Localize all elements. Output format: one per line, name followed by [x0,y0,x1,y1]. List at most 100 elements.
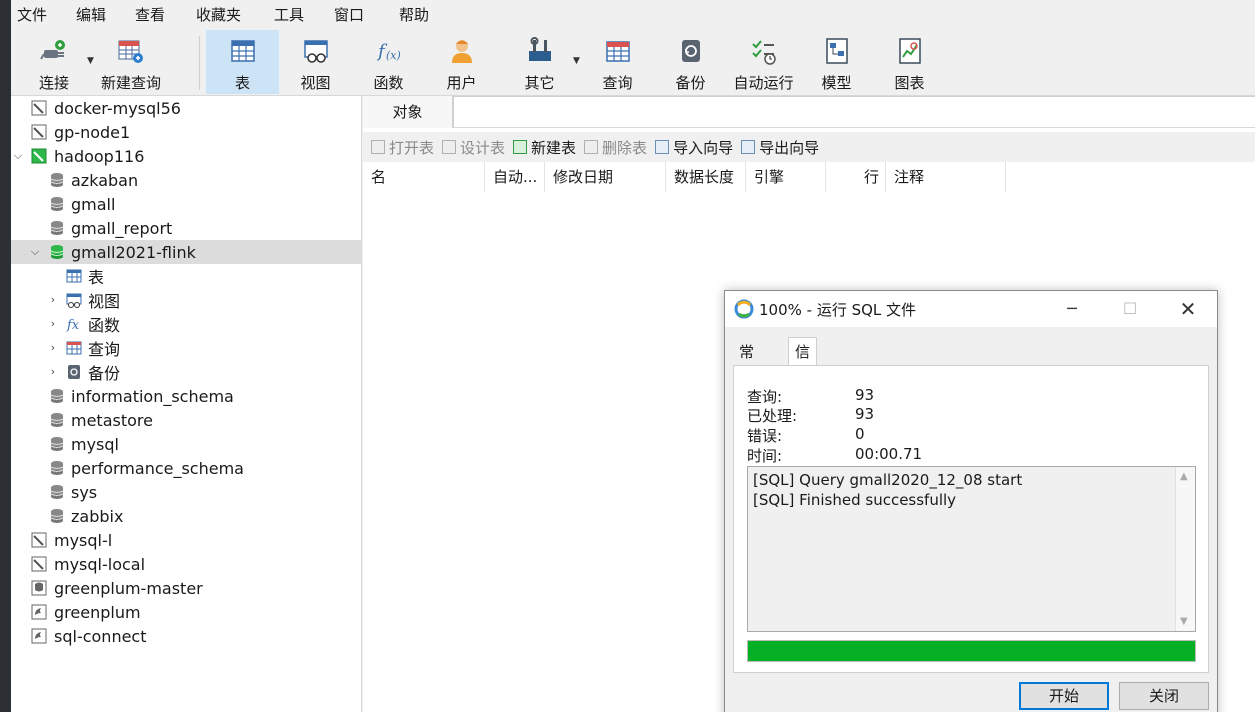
new-query-icon [116,36,146,66]
open-table-button[interactable]: 打开表 [371,137,434,158]
close-button[interactable]: 关闭 [1119,682,1209,710]
database-icon [50,173,64,187]
table-button[interactable]: 表 [206,30,279,94]
tree-db-information-schema[interactable]: information_schema [11,384,362,408]
menu-favorites[interactable]: 收藏夹 [190,0,268,30]
connect-button[interactable]: 连接 [25,30,83,94]
tab-info-log[interactable]: 信息日志 [788,337,818,445]
design-table-button[interactable]: 设计表 [442,137,505,158]
tree-connection-sql-connect[interactable]: sql-connect [11,624,362,648]
menu-help[interactable]: 帮助 [393,0,453,30]
column-modified-date[interactable]: 修改日期 [545,162,666,192]
tree-db-zabbix[interactable]: zabbix [11,504,362,528]
checklist-icon [749,36,779,66]
tree-node-backups[interactable]: › 备份 [11,360,362,384]
column-name[interactable]: 名 [363,162,485,192]
backup-button[interactable]: 备份 [654,30,727,94]
query-label: 查询 [602,74,633,92]
chart-label: 图表 [894,74,925,92]
database-icon [50,413,64,427]
tree-db-performance-schema[interactable]: performance_schema [11,456,362,480]
menu-tools[interactable]: 工具 [268,0,328,30]
export-wizard-button[interactable]: 导出向导 [741,137,819,158]
scroll-up-icon[interactable]: ▲ [1180,471,1188,482]
tree-db-mysql[interactable]: mysql [11,432,362,456]
column-comment[interactable]: 注释 [886,162,1006,192]
main-tab-bar: 对象 [363,96,1255,128]
tree-node-tables[interactable]: 表 [11,264,362,288]
view-button[interactable]: 视图 [279,30,352,94]
new-table-button[interactable]: 新建表 [513,137,576,158]
query-count-label: 查询: [747,388,783,406]
log-line: [SQL] Query gmall2020_12_08 start [753,471,1023,489]
navicat-app-icon [734,299,754,319]
tree-connection-hadoop116[interactable]: ⌵ hadoop116 [11,144,362,168]
column-rows[interactable]: 行 [826,162,886,192]
chevron-down-icon[interactable]: ⌵ [29,245,41,259]
time-value: 00:00.71 [855,445,923,463]
run-sql-file-dialog: 100% - 运行 SQL 文件 ─ ☐ ✕ 常规 信息日志 查询: 93 已处… [724,290,1218,712]
chevron-right-icon[interactable]: › [47,317,59,330]
tree-db-gmall-report[interactable]: gmall_report [11,216,362,240]
tab-objects[interactable]: 对象 [363,96,453,128]
tree-node-views[interactable]: › 视图 [11,288,362,312]
new-query-button[interactable]: 新建查询 [99,30,163,94]
column-auto-increment[interactable]: 自动... [485,162,545,192]
tree-connection-gp-node1[interactable]: gp-node1 [11,120,362,144]
design-table-label: 设计表 [460,138,506,157]
tree-db-sys[interactable]: sys [11,480,362,504]
tree-connection-mysql-local[interactable]: mysql-local [11,552,362,576]
other-button[interactable]: 其它 [503,30,576,94]
menu-file[interactable]: 文件 [11,0,70,30]
tree-db-gmall[interactable]: gmall [11,192,362,216]
database-icon [50,485,64,499]
menu-view[interactable]: 查看 [129,0,190,30]
tree-db-gmall2021-flink[interactable]: ⌵ gmall2021-flink [11,240,362,264]
start-button[interactable]: 开始 [1019,682,1109,710]
tree-db-azkaban[interactable]: azkaban [11,168,362,192]
tree-connection-greenplum[interactable]: greenplum [11,600,362,624]
column-data-length[interactable]: 数据长度 [666,162,746,192]
processed-label: 已处理: [747,407,798,425]
mysql-connection-icon [31,556,47,572]
minimize-icon[interactable]: ─ [1043,291,1101,327]
user-button[interactable]: 用户 [425,30,498,94]
tree-label: sql-connect [54,626,147,646]
function-button[interactable]: f (x) 函数 [352,30,425,94]
tools-icon [525,36,555,66]
open-table-icon [371,140,385,154]
log-scrollbar[interactable]: ▲ ▼ [1175,467,1195,631]
view-icon [66,293,82,308]
chevron-down-icon[interactable]: ⌵ [12,149,24,163]
query-button[interactable]: 查询 [581,30,654,94]
tree-connection-mysql-l[interactable]: mysql-l [11,528,362,552]
tree-db-metastore[interactable]: metastore [11,408,362,432]
other-dropdown-icon[interactable]: ▼ [573,56,580,66]
object-list-header: 名 自动... 修改日期 数据长度 引擎 行 注释 [363,162,1255,192]
menu-edit[interactable]: 编辑 [70,0,129,30]
delete-table-button[interactable]: 删除表 [584,137,647,158]
chevron-right-icon[interactable]: › [47,293,59,306]
tree-label: information_schema [71,386,234,406]
scroll-down-icon[interactable]: ▼ [1180,616,1188,627]
chevron-right-icon[interactable]: › [47,341,59,354]
export-icon [741,140,756,154]
model-button[interactable]: 模型 [800,30,873,94]
tree-node-queries[interactable]: › 查询 [11,336,362,360]
auto-run-button[interactable]: 自动运行 [727,30,800,94]
connect-dropdown-icon[interactable]: ▼ [87,56,94,66]
tab-general[interactable]: 常规 [733,339,760,387]
tree-label: 查询 [88,340,121,359]
other-label: 其它 [524,74,555,92]
chevron-right-icon[interactable]: › [47,365,59,378]
close-icon[interactable]: ✕ [1159,291,1217,327]
column-engine[interactable]: 引擎 [746,162,826,192]
tree-connection-docker-mysql56[interactable]: docker-mysql56 [11,96,362,120]
import-wizard-button[interactable]: 导入向导 [655,137,733,158]
chart-button[interactable]: 图表 [873,30,946,94]
menu-window[interactable]: 窗口 [328,0,393,30]
tree-node-functions[interactable]: › fx 函数 [11,312,362,336]
log-textarea[interactable]: [SQL] Query gmall2020_12_08 start [SQL] … [747,466,1196,632]
tree-connection-greenplum-master[interactable]: greenplum-master [11,576,362,600]
log-line: [SQL] Finished successfully [753,491,957,509]
